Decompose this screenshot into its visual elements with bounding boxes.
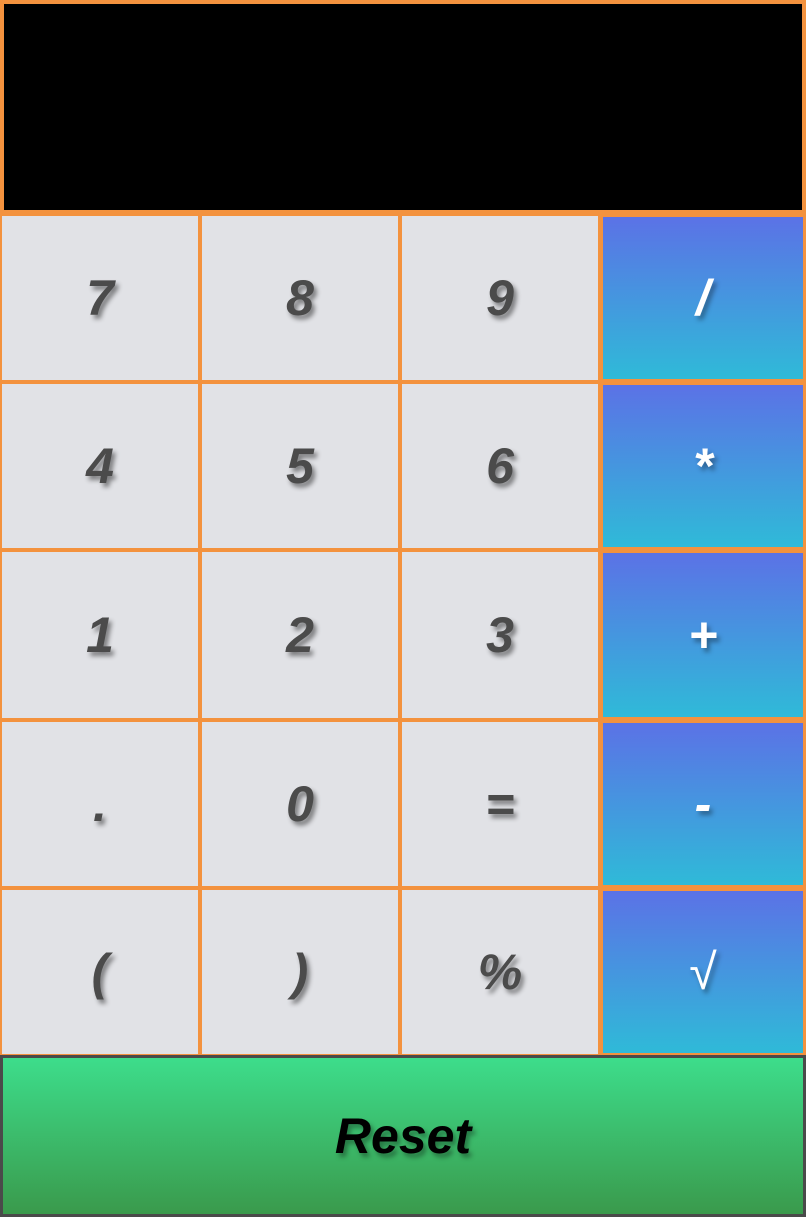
keypad: 7 8 9 / 4 5 6 * 1 2 3 + . 0 = - ( ) % √ [0,214,806,1056]
key-multiply[interactable]: * [600,382,806,550]
calculator: 7 8 9 / 4 5 6 * 1 2 3 + . 0 = - ( ) % √ … [0,0,810,1226]
key-decimal[interactable]: . [0,720,200,888]
key-8[interactable]: 8 [200,214,400,382]
key-9[interactable]: 9 [400,214,600,382]
key-minus[interactable]: - [600,720,806,888]
key-divide[interactable]: / [600,214,806,382]
key-2[interactable]: 2 [200,550,400,720]
key-7[interactable]: 7 [0,214,200,382]
key-right-paren[interactable]: ) [200,888,400,1056]
reset-button[interactable]: Reset [0,1055,806,1217]
key-percent[interactable]: % [400,888,600,1056]
key-equals[interactable]: = [400,720,600,888]
key-square-root[interactable]: √ [600,888,806,1056]
key-plus[interactable]: + [600,550,806,720]
key-left-paren[interactable]: ( [0,888,200,1056]
key-0[interactable]: 0 [200,720,400,888]
calculator-display [0,0,806,214]
key-6[interactable]: 6 [400,382,600,550]
key-4[interactable]: 4 [0,382,200,550]
key-5[interactable]: 5 [200,382,400,550]
key-1[interactable]: 1 [0,550,200,720]
key-3[interactable]: 3 [400,550,600,720]
